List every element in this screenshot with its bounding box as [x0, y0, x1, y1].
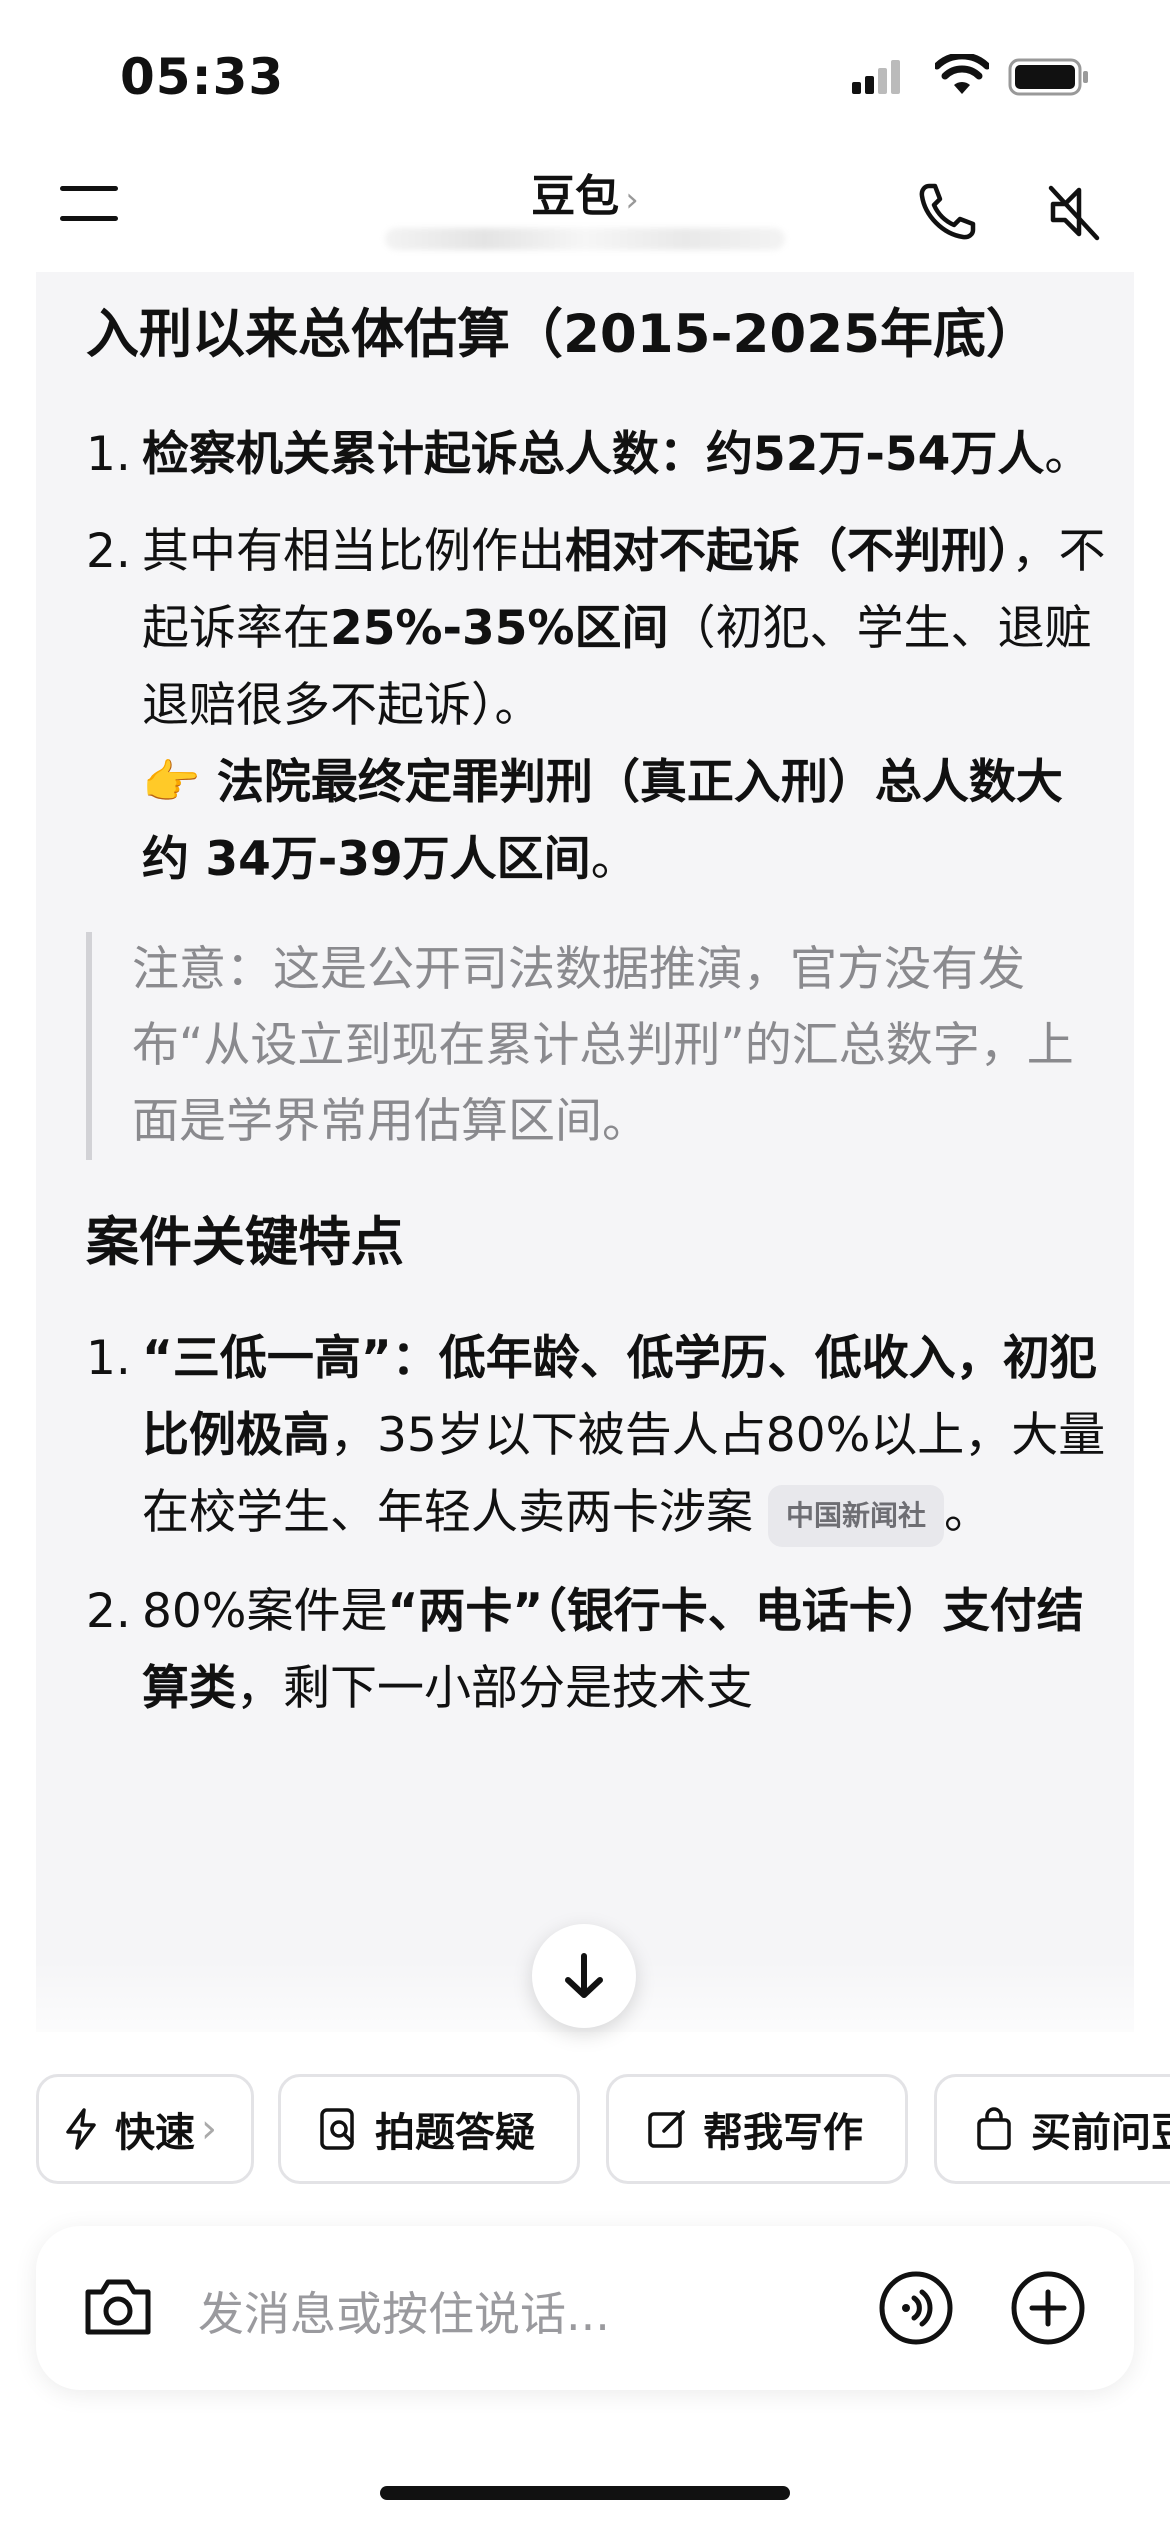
features-list: 1. “三低一高”：低年龄、低学历、低收入，初犯比例极高，35岁以下被告人占80…: [86, 1320, 1106, 1727]
app-title: 豆包: [531, 171, 620, 222]
plain-text: 。: [943, 1485, 991, 1540]
assistant-message-card: 入刑以来总体估算（2015-2025年底） 1. 检察机关累计起诉总人数：约52…: [36, 272, 1134, 2032]
list-number: 2.: [86, 1584, 131, 1639]
message-input[interactable]: 发消息或按住说话...: [198, 2278, 610, 2344]
message-content: 入刑以来总体估算（2015-2025年底） 1. 检察机关累计起诉总人数：约52…: [86, 292, 1106, 1727]
title-chevron-icon: ›: [625, 180, 639, 220]
quick-action-fast[interactable]: 快速 ›: [36, 2074, 254, 2184]
bold-text: 检察机关累计起诉总人数：约52万-54万人: [142, 427, 1045, 482]
list-item: 2. 其中有相当比例作出相对不起诉（不判刑），不起诉率在25%-35%区间（初犯…: [86, 513, 1106, 898]
status-bar: 05:33: [0, 0, 1170, 150]
lightning-icon: [66, 2108, 96, 2150]
battery-icon: [1008, 58, 1088, 96]
source-citation-tag[interactable]: 中国新闻社: [767, 1484, 944, 1547]
chip-label: 拍题答疑: [375, 2110, 535, 2156]
phone-call-icon[interactable]: [915, 180, 979, 244]
list-number: 2.: [86, 524, 131, 579]
plain-text: 80%案件是: [142, 1584, 388, 1639]
chevron-right-icon: ›: [201, 2106, 217, 2152]
shopping-bag-icon: [977, 2107, 1011, 2150]
status-time: 05:33: [120, 48, 285, 106]
quick-action-writing[interactable]: 帮我写作: [606, 2074, 908, 2184]
plain-text: ，剩下一小部分是技术支: [236, 1661, 753, 1716]
quick-action-photo-question[interactable]: 拍题答疑: [278, 2074, 580, 2184]
pointing-hand-icon: 👉: [142, 755, 201, 810]
voice-call-icon[interactable]: [876, 2268, 956, 2348]
camera-icon[interactable]: [82, 2274, 154, 2340]
scroll-to-bottom-button[interactable]: [532, 1924, 636, 2028]
chip-label: 买前问豆: [1031, 2110, 1170, 2156]
edit-icon: [648, 2110, 685, 2148]
estimate-list: 1. 检察机关累计起诉总人数：约52万-54万人。 2. 其中有相当比例作出相对…: [86, 416, 1106, 898]
list-number: 1.: [86, 427, 131, 482]
plain-text: 其中有相当比例作出: [142, 524, 565, 579]
bold-text: 25%-35%区间: [330, 601, 669, 656]
section-heading: 入刑以来总体估算（2015-2025年底）: [86, 304, 1040, 365]
wifi-icon: [935, 54, 989, 94]
message-composer: 发消息或按住说话...: [36, 2226, 1134, 2390]
quick-action-shopping[interactable]: 买前问豆: [934, 2074, 1170, 2184]
quick-actions-bar: 快速 › 拍题答疑 帮我写作 买前问豆: [0, 2074, 1170, 2184]
chip-label: 快速: [115, 2110, 195, 2156]
speaker-mute-icon[interactable]: [1045, 180, 1105, 244]
home-indicator[interactable]: [380, 2486, 790, 2500]
title-area[interactable]: 豆包 ›: [0, 160, 1170, 224]
cellular-signal-icon: [852, 60, 900, 94]
blurred-subtitle: [385, 228, 785, 250]
add-attachment-icon[interactable]: [1008, 2268, 1088, 2348]
plain-text: 。: [590, 832, 638, 887]
list-item: 1. “三低一高”：低年龄、低学历、低收入，初犯比例极高，35岁以下被告人占80…: [86, 1320, 1106, 1551]
note-blockquote: 注意：这是公开司法数据推演，官方没有发布“从设立到现在累计总判刑”的汇总数字，上…: [86, 932, 1106, 1160]
list-item: 1. 检察机关累计起诉总人数：约52万-54万人。: [86, 416, 1106, 493]
arrow-down-icon: [565, 1953, 603, 1998]
plain-text: 。: [1044, 427, 1092, 482]
list-number: 1.: [86, 1331, 131, 1386]
bold-text: 相对不起诉（不判刑）: [565, 524, 1012, 579]
list-item: 2. 80%案件是“两卡”（银行卡、电话卡）支付结算类，剩下一小部分是技术支: [86, 1573, 1106, 1727]
chip-label: 帮我写作: [703, 2110, 863, 2156]
photo-question-icon: [320, 2108, 354, 2150]
section-heading: 案件关键特点: [86, 1212, 404, 1273]
chat-header: 豆包 ›: [0, 150, 1170, 270]
